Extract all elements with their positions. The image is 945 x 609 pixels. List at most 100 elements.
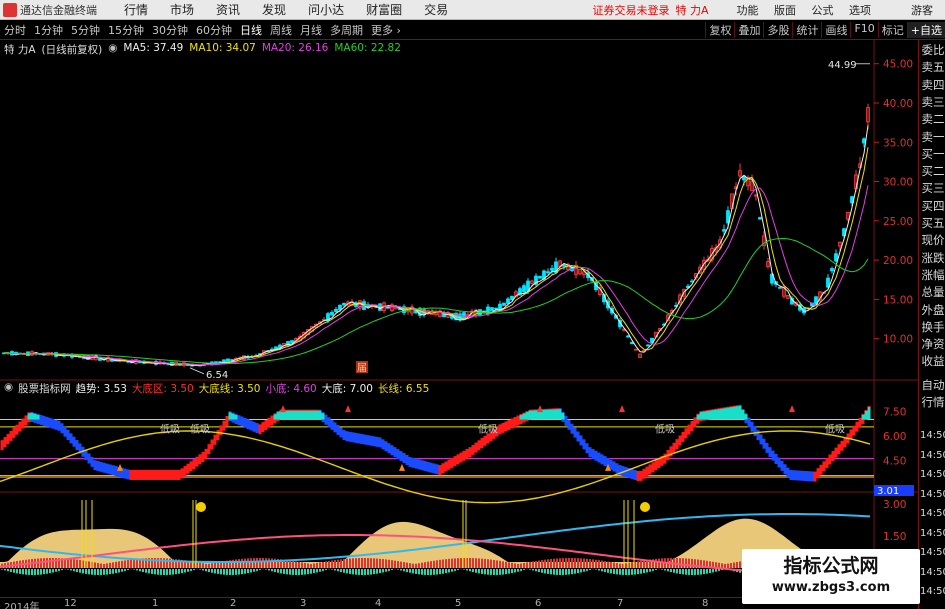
- signal-triangle: [345, 405, 351, 413]
- menu-options[interactable]: 选项: [843, 4, 877, 17]
- candle: [502, 302, 506, 306]
- event-icon: 届: [357, 362, 367, 374]
- candle: [646, 344, 650, 347]
- side-panel-item[interactable]: 行情: [920, 396, 945, 409]
- tab-60min[interactable]: 60分钟: [192, 22, 236, 38]
- candle: [522, 285, 526, 293]
- buy-signal-label: 低吸: [825, 423, 845, 436]
- menu-market[interactable]: 市场: [159, 1, 205, 18]
- signal-triangle: [399, 463, 405, 471]
- signal-triangle: [619, 405, 625, 413]
- side-panel-item[interactable]: 净资: [920, 338, 945, 351]
- side-panel-item[interactable]: 涨跌: [920, 251, 945, 265]
- multi-stock-button[interactable]: 多股: [763, 22, 792, 38]
- chart-area[interactable]: 44.996.54届 低吸 低吸 低吸 低吸 低吸 45.0040.0035.0030.…: [0, 40, 918, 597]
- candle: [862, 138, 866, 144]
- title-bar: 通达信金融终端 行情 市场 资讯 发现 问小达 财富圈 交易 证券交易未登录 特…: [0, 0, 945, 20]
- menu-layout[interactable]: 版面: [768, 4, 802, 17]
- f10-button[interactable]: F10: [850, 22, 877, 38]
- candle: [494, 307, 498, 310]
- indicator-settings-icon[interactable]: ◉: [4, 381, 13, 395]
- tab-multi-period[interactable]: 多周期: [326, 22, 367, 38]
- date-tick: 2: [230, 598, 237, 609]
- side-panel-item[interactable]: 买二: [920, 165, 945, 178]
- candle: [490, 307, 494, 312]
- ma60-label: MA60: 22.82: [334, 42, 401, 54]
- menu-wealth-circle[interactable]: 财富圈: [355, 1, 413, 18]
- date-tick: 4: [375, 598, 382, 609]
- ma-line: [3, 185, 869, 366]
- side-panel-item[interactable]: 换手: [920, 320, 945, 334]
- ma20-label: MA20: 26.16: [261, 42, 329, 54]
- menu-ask-xiaoda[interactable]: 问小达: [297, 1, 355, 18]
- indicator2-tick-label: 1.50: [883, 531, 906, 543]
- side-panel-item[interactable]: 收益: [920, 355, 945, 368]
- date-tick: 1: [152, 598, 159, 609]
- ma-settings-icon[interactable]: ◉: [108, 42, 117, 56]
- side-panel-item[interactable]: 买一: [920, 147, 945, 161]
- menu-functions[interactable]: 功能: [731, 4, 765, 17]
- indicator-name[interactable]: 股票指标网: [18, 381, 71, 395]
- side-panel-item[interactable]: 委比: [920, 44, 945, 57]
- menu-news[interactable]: 资讯: [205, 1, 251, 18]
- chart-tools: 复权 叠加 多股 统计 画线 F10 标记 +自选: [705, 22, 945, 38]
- stock-title: 特 力A: [4, 44, 36, 56]
- trading-terminal-window: 通达信金融终端 行情 市场 资讯 发现 问小达 财富圈 交易 证券交易未登录 特…: [0, 0, 945, 609]
- ma-line: [3, 125, 869, 366]
- side-panel-item[interactable]: 卖五: [920, 61, 945, 74]
- price-tick-label: 35.00: [883, 137, 913, 149]
- draw-line-button[interactable]: 画线: [821, 22, 850, 38]
- tab-daily[interactable]: 日线: [236, 22, 266, 38]
- tab-more[interactable]: 更多 ›: [367, 22, 405, 38]
- mark-button[interactable]: 标记: [877, 22, 907, 38]
- tab-intraday[interactable]: 分时: [0, 22, 30, 38]
- tab-1min[interactable]: 1分钟: [30, 22, 67, 38]
- menu-formula[interactable]: 公式: [806, 4, 840, 17]
- signal-triangle: [280, 405, 286, 413]
- side-panel-item[interactable]: 买五: [920, 217, 945, 230]
- side-panel-item[interactable]: 总量: [920, 286, 945, 299]
- bottom-line-label: 大底线: 3.50: [198, 383, 261, 395]
- current-stock-label: 特 力A: [675, 3, 709, 17]
- indicator2-tick-label: 3.00: [883, 499, 906, 511]
- side-panel-item[interactable]: 外盘: [920, 303, 945, 317]
- side-panel-item[interactable]: 卖四: [920, 78, 945, 92]
- watermark-url: www.zbgs3.com: [771, 580, 891, 595]
- side-panel-time: 14:50: [920, 469, 945, 480]
- candle: [506, 298, 510, 304]
- date-tick: 6: [535, 598, 542, 609]
- main-menu: 行情 市场 资讯 发现 问小达 财富圈 交易: [113, 1, 459, 18]
- price-tick-label: 45.00: [883, 59, 913, 71]
- side-panel-item[interactable]: 自动: [920, 378, 945, 392]
- menu-trade[interactable]: 交易: [413, 1, 459, 18]
- side-panel-item[interactable]: 买三: [920, 182, 945, 195]
- side-panel-item[interactable]: 买四: [920, 199, 945, 213]
- guest-user[interactable]: 游客: [911, 2, 933, 18]
- add-watchlist-button[interactable]: +自选: [906, 22, 945, 38]
- tab-30min[interactable]: 30分钟: [148, 22, 192, 38]
- tab-weekly[interactable]: 周线: [266, 22, 296, 38]
- signal-triangle: [537, 405, 543, 413]
- candle: [830, 268, 834, 272]
- side-panel-item[interactable]: 现价: [920, 234, 945, 247]
- adjust-mode: (日线前复权): [41, 44, 103, 56]
- indicator-tick-label: 7.50: [883, 406, 906, 418]
- overlay-button[interactable]: 叠加: [734, 22, 763, 38]
- adjust-button[interactable]: 复权: [705, 22, 734, 38]
- side-panel-time: 14:50: [920, 430, 945, 441]
- login-notice[interactable]: 证券交易未登录: [592, 2, 669, 18]
- side-panel-item[interactable]: 卖三: [920, 95, 945, 109]
- period-toolbar: 分时 1分钟 5分钟 15分钟 30分钟 60分钟 日线 周线 月线 多周期 更…: [0, 21, 945, 40]
- side-panel-item[interactable]: 涨幅: [920, 268, 945, 282]
- tab-monthly[interactable]: 月线: [296, 22, 326, 38]
- menu-quotes[interactable]: 行情: [113, 1, 159, 18]
- side-panel-item[interactable]: 卖二: [920, 113, 945, 126]
- date-tick: 3: [300, 598, 307, 609]
- low-marker-line: [189, 367, 205, 375]
- menu-discover[interactable]: 发现: [251, 1, 297, 18]
- buy-signal-label: 低吸: [478, 423, 498, 436]
- tab-5min[interactable]: 5分钟: [67, 22, 104, 38]
- side-panel-item[interactable]: 卖一: [920, 130, 945, 144]
- tab-15min[interactable]: 15分钟: [104, 22, 148, 38]
- statistics-button[interactable]: 统计: [792, 22, 821, 38]
